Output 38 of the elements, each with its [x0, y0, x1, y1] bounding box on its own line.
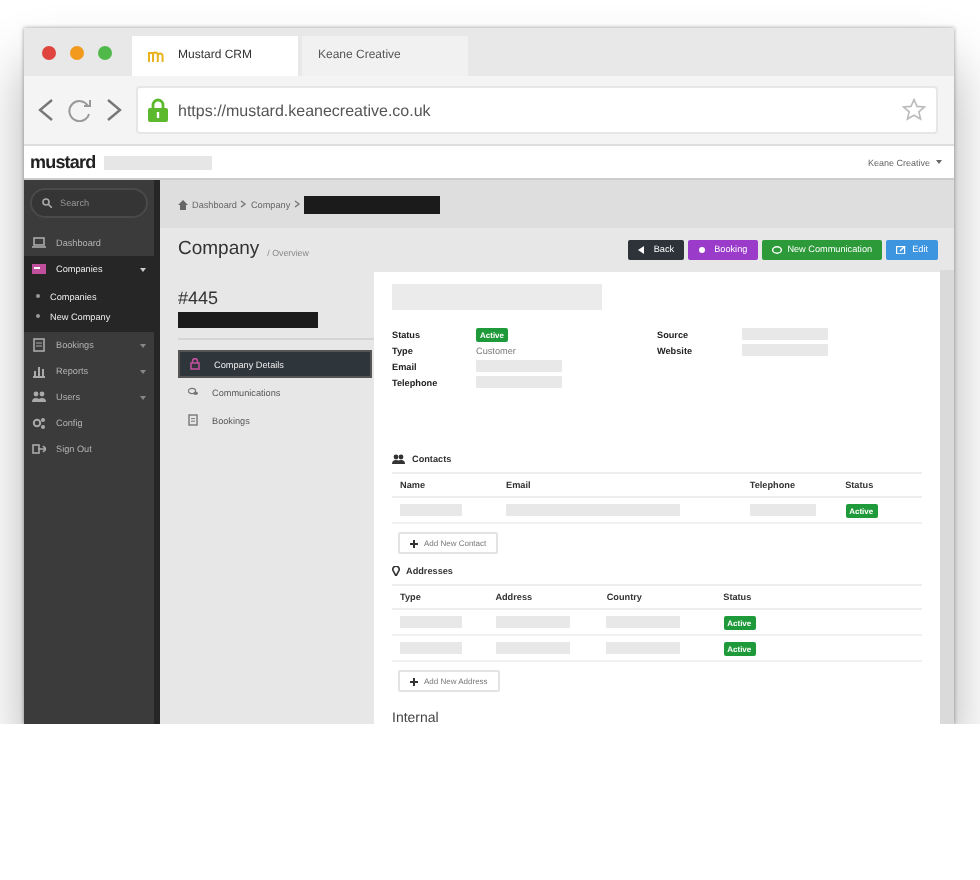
logo-text: mustard [30, 152, 96, 172]
speech-bubble-icon [771, 245, 782, 253]
back-icon[interactable] [36, 98, 56, 122]
maximize-icon[interactable] [98, 45, 112, 59]
map-pin-icon [392, 566, 400, 576]
close-icon[interactable] [42, 45, 56, 59]
back-arrow-icon [637, 245, 648, 253]
page-title: Company [178, 238, 260, 260]
speech-bubbles-icon [188, 386, 198, 398]
laptop-icon [32, 236, 46, 250]
cogs-icon [32, 416, 46, 430]
card-icon [32, 262, 46, 276]
redacted-bar [178, 312, 318, 328]
forward-icon[interactable] [104, 98, 124, 122]
minimize-icon[interactable] [70, 45, 84, 59]
exit-icon [32, 442, 46, 456]
record-number: #445 [178, 288, 221, 308]
caret-icon [936, 160, 942, 164]
plus-icon [410, 539, 418, 547]
document-icon [188, 414, 198, 426]
people-icon [392, 454, 406, 464]
plus-icon [410, 677, 418, 685]
bar-chart-icon [32, 364, 46, 378]
chevron-icon [294, 200, 301, 208]
edit-icon [896, 245, 907, 253]
reload-icon[interactable] [68, 98, 92, 122]
address-bar[interactable]: https://mustard.keanecreative.co.uk [136, 86, 938, 134]
search-icon [42, 198, 52, 208]
redacted-placeholder-bar [103, 155, 212, 169]
lock-icon [148, 98, 168, 122]
people-icon [32, 390, 46, 404]
lock-icon [190, 358, 200, 370]
document-icon [32, 338, 46, 352]
home-icon [178, 199, 188, 209]
logo-icon [148, 50, 166, 62]
redacted-bar [304, 195, 441, 213]
star-icon[interactable] [902, 98, 926, 122]
chevron-icon [240, 200, 247, 208]
